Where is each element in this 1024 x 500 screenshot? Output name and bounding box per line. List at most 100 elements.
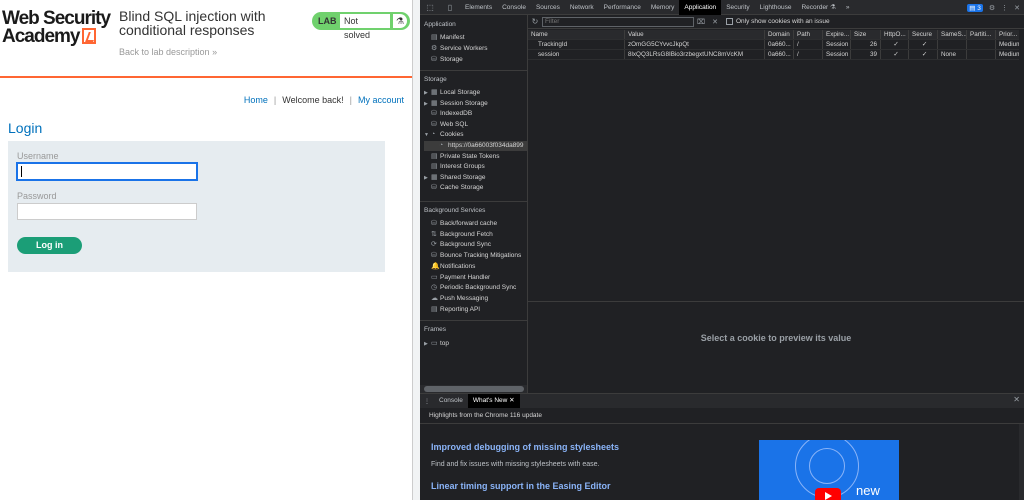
column-header-samesite[interactable]: SameS...: [938, 30, 967, 39]
expand-arrow-icon[interactable]: ▼: [424, 130, 431, 140]
sidebar-item-manifest[interactable]: ▤ Manifest: [424, 33, 527, 43]
delete-icon[interactable]: ✕: [708, 18, 722, 26]
clear-all-icon[interactable]: ⌧: [694, 18, 708, 26]
checkbox-box[interactable]: [726, 18, 733, 25]
devtools-tab-lighthouse[interactable]: Lighthouse: [755, 0, 797, 15]
sidebar-item-bounce-tracking-mitigations[interactable]: ⛁ Bounce Tracking Mitigations: [424, 251, 527, 261]
inspect-icon[interactable]: ⬚: [420, 3, 440, 12]
username-input[interactable]: [17, 163, 197, 180]
table-row[interactable]: session 8lxQQ3LRsG8IBio3rzbegxtUNC8mVcKM 0…: [528, 50, 1024, 60]
sidebar-item-notifications[interactable]: 🔔Notifications: [424, 262, 527, 272]
sidebar-item-top[interactable]: ▶ ▭ top: [424, 339, 527, 349]
sidebar-item-web-sql[interactable]: ⛁ Web SQL: [424, 120, 527, 130]
column-header-expires[interactable]: Expire...: [823, 30, 851, 39]
sidebar-item-payment-handler[interactable]: ▭ Payment Handler: [424, 273, 527, 283]
column-header-path[interactable]: Path: [794, 30, 823, 39]
column-header-size[interactable]: Size: [851, 30, 881, 39]
devtools-tab-application[interactable]: Application: [679, 0, 722, 15]
sidebar-divider: [420, 320, 527, 321]
issues-badge[interactable]: ▤ 3: [967, 3, 983, 12]
devtools-tab-network[interactable]: Network: [565, 0, 599, 15]
expand-arrow-icon[interactable]: ▶: [424, 173, 431, 183]
sidebar-item-label: Cache Storage: [440, 184, 484, 192]
whats-new-heading: Highlights from the Chrome 116 update: [429, 412, 542, 419]
password-input[interactable]: [17, 203, 197, 220]
devtools-tab-console[interactable]: Console: [497, 0, 531, 15]
sidebar-item-interest-groups[interactable]: ▤ Interest Groups: [424, 162, 527, 172]
table-row[interactable]: TrackingId zOmGG5CYvvcJkpQt 0a660... / Sessi…: [528, 40, 1024, 50]
sidebar-item-storage[interactable]: ⛁ Storage: [424, 55, 527, 65]
column-header-name[interactable]: Name: [528, 30, 625, 39]
back-to-lab-link[interactable]: Back to lab description »: [119, 47, 217, 57]
only-issues-checkbox[interactable]: Only show cookies with an issue: [726, 18, 830, 25]
refresh-icon[interactable]: ↻: [528, 17, 542, 26]
welcome-text: Welcome back!: [282, 95, 344, 105]
youtube-play-icon[interactable]: [815, 488, 841, 500]
drawer-menu-icon[interactable]: ⋮: [420, 397, 434, 405]
column-header-secure[interactable]: Secure: [909, 30, 938, 39]
expand-arrow-icon[interactable]: ▶: [424, 99, 431, 109]
my-account-link[interactable]: My account: [358, 95, 404, 105]
sidebar-item-back-forward-cache[interactable]: ⛁ Back/forward cache: [424, 219, 527, 229]
panel-divider[interactable]: [412, 0, 420, 500]
scrollbar-thumb[interactable]: [424, 386, 524, 392]
sidebar-item-indexeddb[interactable]: ⛁ IndexedDB: [424, 109, 527, 119]
sidebar-item-label: Background Fetch: [440, 230, 493, 238]
devtools-tab-more[interactable]: »: [841, 0, 855, 15]
database-icon: ⛁: [431, 110, 437, 118]
feature-title-link[interactable]: Linear timing support in the Easing Edit…: [431, 481, 611, 491]
column-header-partition[interactable]: Partiti...: [967, 30, 996, 39]
cell-expires: Session: [823, 40, 851, 49]
column-header-httponly[interactable]: HttpO...: [881, 30, 909, 39]
top-nav: Home | Welcome back! | My account: [244, 95, 404, 105]
sidebar-item-local-storage[interactable]: ▶ ▦ Local Storage: [424, 88, 527, 98]
tab-close-icon[interactable]: ✕: [509, 397, 514, 404]
sidebar-item-https-0a66003f034da899[interactable]: ◔ https://0a66003f034da899: [424, 141, 527, 151]
cell-domain: 0a660...: [765, 40, 794, 49]
home-link[interactable]: Home: [244, 95, 268, 105]
promo-video-thumbnail[interactable]: new: [759, 440, 899, 500]
expand-arrow-icon[interactable]: ▶: [424, 88, 431, 98]
settings-icon[interactable]: ⚙: [989, 4, 995, 12]
drawer-tab-whats-new[interactable]: What's New ✕: [467, 394, 520, 408]
sidebar-scrollbar[interactable]: [420, 385, 527, 393]
decorative-ring: [809, 448, 845, 484]
devtools-tab-security[interactable]: Security: [721, 0, 754, 15]
column-header-domain[interactable]: Domain: [765, 30, 794, 39]
drawer-close-icon[interactable]: ✕: [1013, 395, 1020, 404]
sidebar-item-background-fetch[interactable]: ⇅ Background Fetch: [424, 230, 527, 240]
filter-input[interactable]: [542, 16, 694, 27]
sidebar-item-session-storage[interactable]: ▶ ▦ Session Storage: [424, 99, 527, 109]
more-options-icon[interactable]: ⋮: [1001, 4, 1008, 12]
sidebar-item-cookies[interactable]: ▼ ◔ Cookies: [424, 130, 527, 140]
sidebar-item-label: Reporting API: [440, 305, 481, 313]
feature-title-link[interactable]: Improved debugging of missing stylesheet…: [431, 442, 619, 452]
devtools-tab-recorder[interactable]: Recorder ⚗: [796, 0, 840, 15]
sidebar-item-service-workers[interactable]: ⚙ Service Workers: [424, 44, 527, 54]
drawer-tab-console[interactable]: Console: [434, 394, 468, 408]
devtools-tab-memory[interactable]: Memory: [646, 0, 679, 15]
sidebar-item-reporting-api[interactable]: ▤ Reporting API: [424, 305, 527, 315]
preview-divider[interactable]: [528, 301, 1024, 302]
device-toolbar-icon[interactable]: ▯: [440, 3, 460, 12]
expand-arrow-icon[interactable]: ▶: [424, 339, 431, 349]
cell-httponly: ✓: [881, 50, 909, 59]
sidebar-item-push-messaging[interactable]: ☁ Push Messaging: [424, 294, 527, 304]
sidebar-item-private-state-tokens[interactable]: ▤ Private State Tokens: [424, 152, 527, 162]
sidebar-item-shared-storage[interactable]: ▶ ▦ Shared Storage: [424, 173, 527, 183]
table-scrollbar[interactable]: [1019, 30, 1024, 300]
promo-text: new: [856, 483, 880, 498]
cookie-toolbar: ↻ ⌧ ✕ Only show cookies with an issue: [528, 15, 1024, 29]
devtools-tab-performance[interactable]: Performance: [599, 0, 646, 15]
devtools-tab-elements[interactable]: Elements: [460, 0, 497, 15]
login-button[interactable]: Log in: [17, 237, 82, 254]
column-header-value[interactable]: Value: [625, 30, 765, 39]
sidebar-item-cache-storage[interactable]: ⛁ Cache Storage: [424, 183, 527, 193]
sidebar-item-background-sync[interactable]: ⟳ Background Sync: [424, 240, 527, 250]
flask-icon[interactable]: ⚗: [393, 14, 407, 28]
sidebar-item-periodic-background-sync[interactable]: ◷ Periodic Background Sync: [424, 283, 527, 293]
drawer-scrollbar[interactable]: [1019, 424, 1024, 500]
close-icon[interactable]: ✕: [1014, 4, 1020, 12]
devtools-tab-sources[interactable]: Sources: [531, 0, 565, 15]
wsa-logo[interactable]: Web Security Academy: [2, 9, 111, 46]
